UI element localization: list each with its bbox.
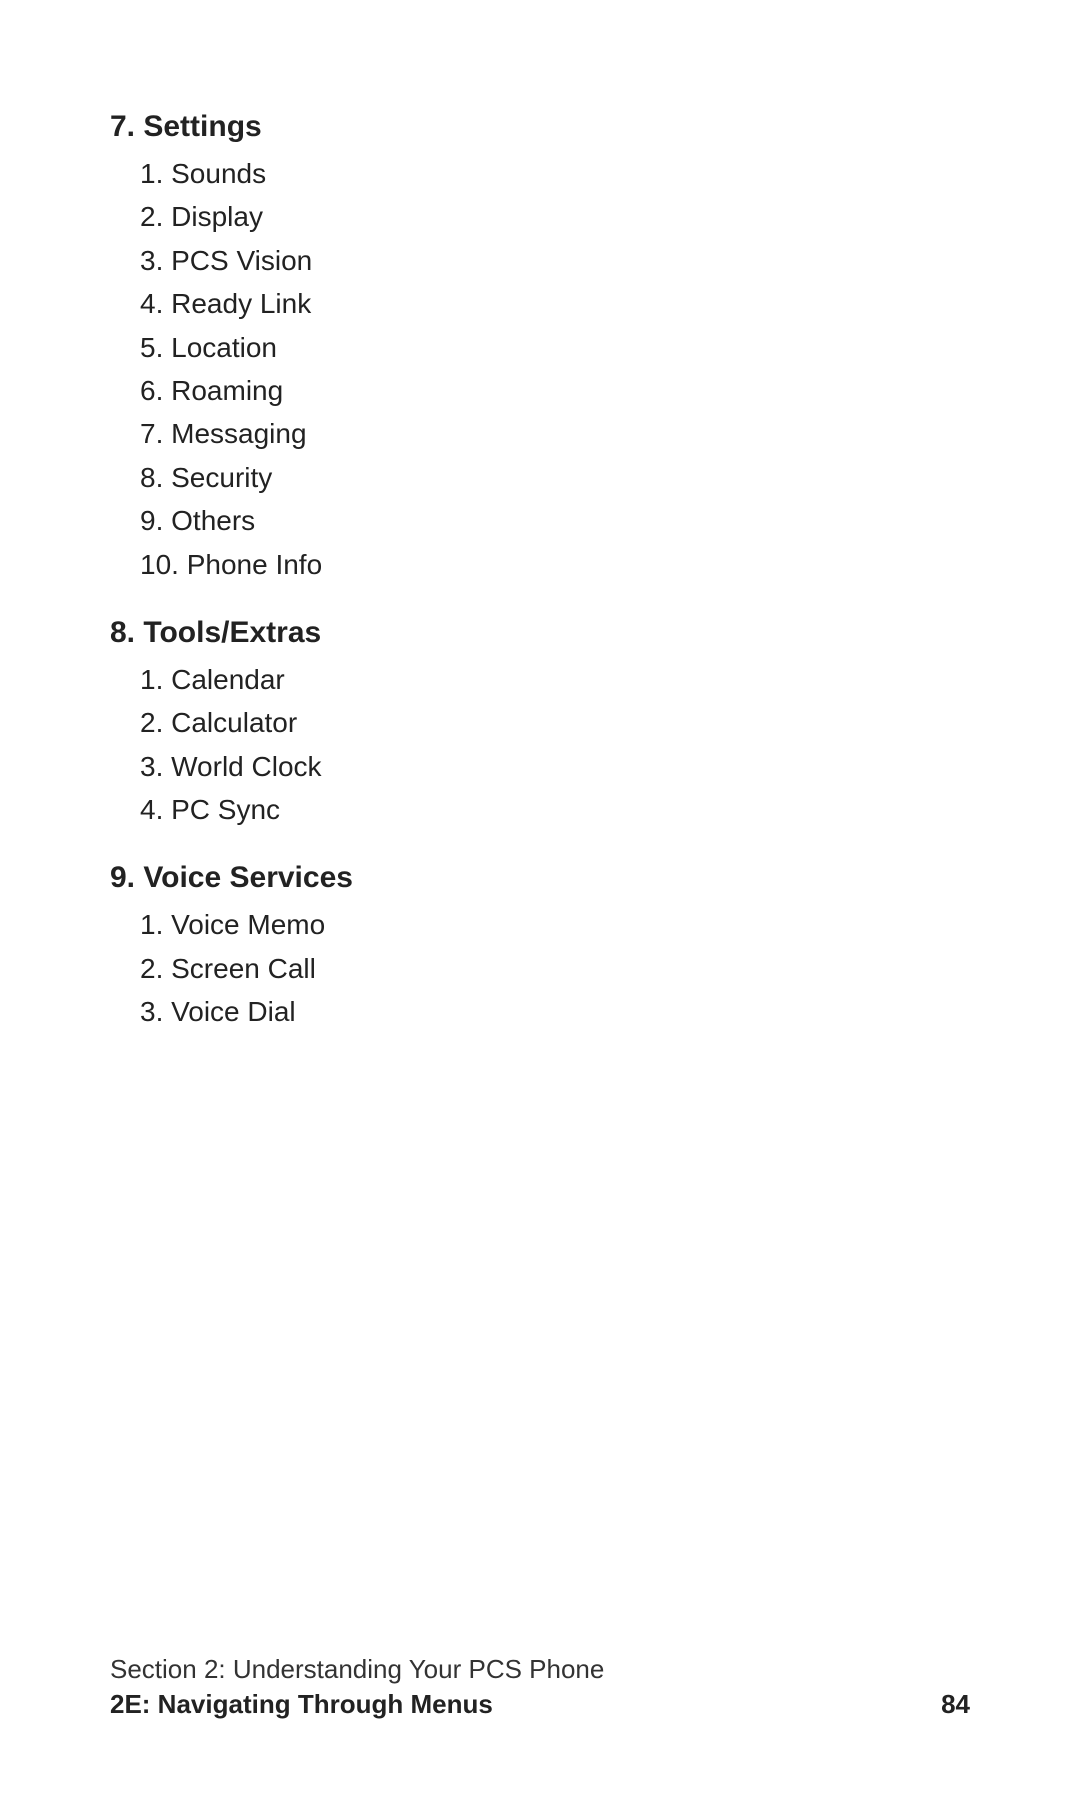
list-item: 3. World Clock bbox=[140, 745, 970, 788]
list-item: 2. Calculator bbox=[140, 701, 970, 744]
list-item: 4. Ready Link bbox=[140, 282, 970, 325]
list-item: 6. Roaming bbox=[140, 369, 970, 412]
footer-section-label: Section 2: Understanding Your PCS Phone bbox=[110, 1654, 970, 1685]
sub-list-settings: 1. Sounds2. Display3. PCS Vision4. Ready… bbox=[110, 152, 970, 586]
list-item: 9. Others bbox=[140, 499, 970, 542]
section-heading-voice-services: 9. Voice Services bbox=[110, 861, 970, 895]
sub-list-tools-extras: 1. Calendar2. Calculator3. World Clock4.… bbox=[110, 658, 970, 832]
footer-chapter-label: 2E: Navigating Through Menus bbox=[110, 1689, 493, 1720]
section-voice-services: 9. Voice Services 1. Voice Memo2. Screen … bbox=[110, 861, 970, 1033]
section-heading-settings: 7. Settings bbox=[110, 110, 970, 144]
footer-page-number: 84 bbox=[941, 1689, 970, 1720]
page-footer: Section 2: Understanding Your PCS Phone … bbox=[0, 1654, 1080, 1720]
list-item: 10. Phone Info bbox=[140, 543, 970, 586]
list-item: 4. PC Sync bbox=[140, 788, 970, 831]
section-heading-tools-extras: 8. Tools/Extras bbox=[110, 616, 970, 650]
list-item: 5. Location bbox=[140, 326, 970, 369]
list-item: 1. Sounds bbox=[140, 152, 970, 195]
sub-list-voice-services: 1. Voice Memo2. Screen Call3. Voice Dial bbox=[110, 903, 970, 1033]
list-item: 2. Screen Call bbox=[140, 947, 970, 990]
section-settings: 7. Settings 1. Sounds2. Display3. PCS Vis… bbox=[110, 110, 970, 586]
list-item: 1. Voice Memo bbox=[140, 903, 970, 946]
section-tools-extras: 8. Tools/Extras 1. Calendar2. Calculator3… bbox=[110, 616, 970, 832]
list-item: 3. PCS Vision bbox=[140, 239, 970, 282]
list-item: 8. Security bbox=[140, 456, 970, 499]
list-item: 2. Display bbox=[140, 195, 970, 238]
list-item: 7. Messaging bbox=[140, 412, 970, 455]
list-item: 3. Voice Dial bbox=[140, 990, 970, 1033]
list-item: 1. Calendar bbox=[140, 658, 970, 701]
page-content: 7. Settings 1. Sounds2. Display3. PCS Vis… bbox=[0, 0, 1080, 1134]
